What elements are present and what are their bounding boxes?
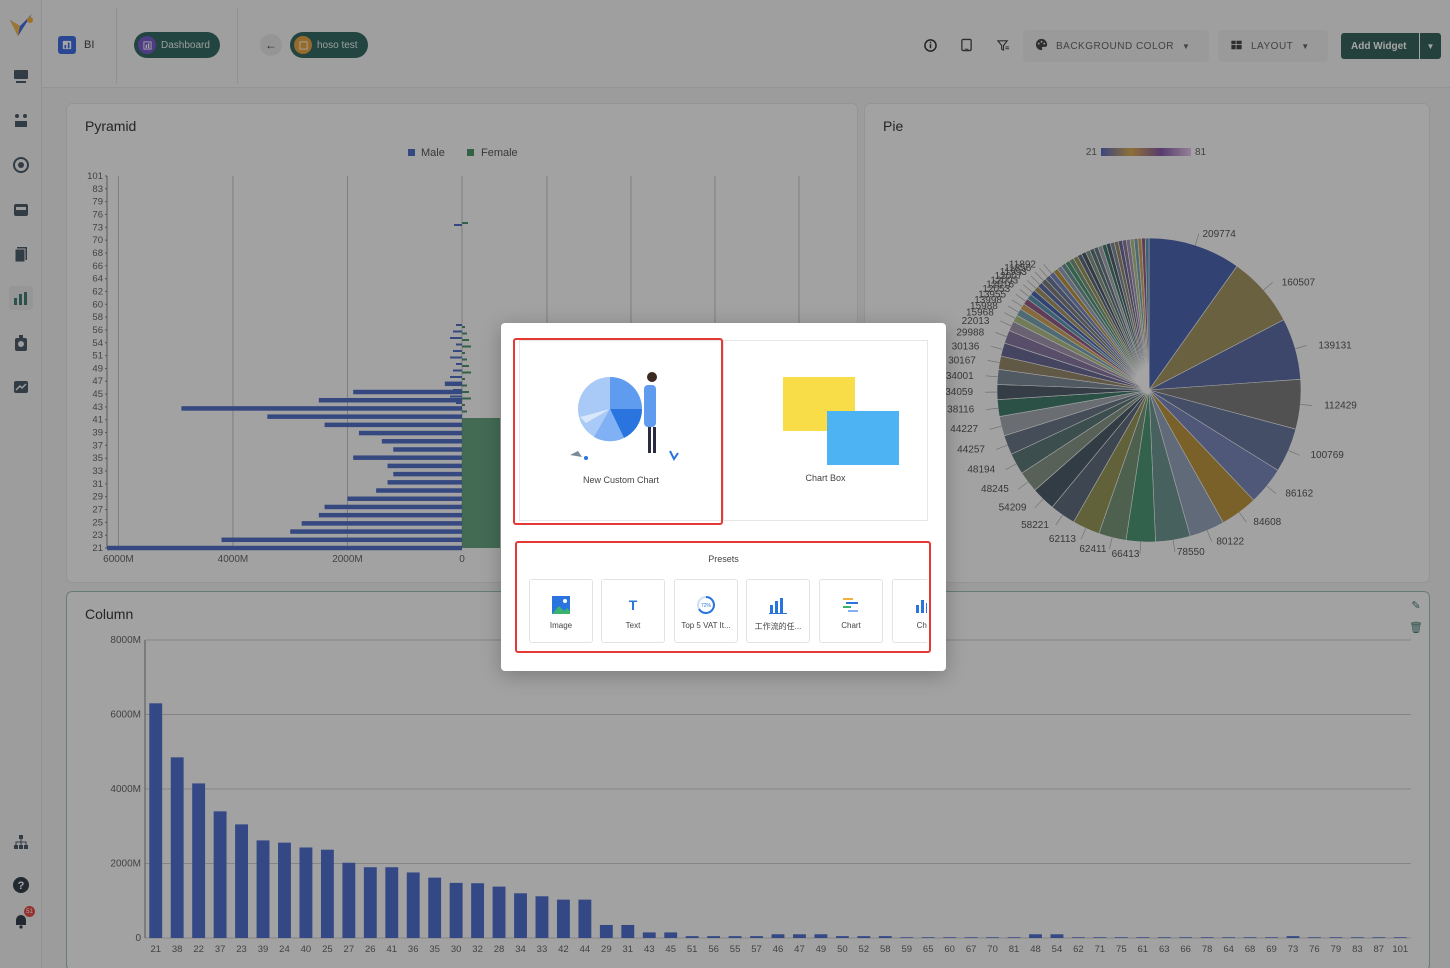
add-widget-modal: New Custom Chart Chart Box Presets Image… (501, 323, 946, 671)
presets-highlight (515, 541, 931, 653)
